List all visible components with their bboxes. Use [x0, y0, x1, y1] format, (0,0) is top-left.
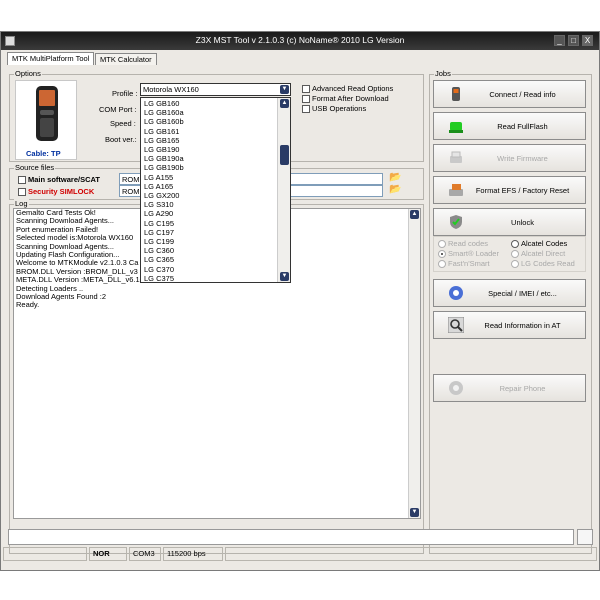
speed-label: Speed : — [110, 119, 136, 128]
alcatel-codes-radio[interactable] — [511, 240, 519, 248]
scroll-down-icon[interactable]: ▼ — [410, 508, 419, 517]
main-software-label: Main software/SCAT — [28, 175, 100, 184]
read-codes-radio[interactable] — [438, 240, 446, 248]
alcatel-codes-label: Alcatel Codes — [521, 239, 568, 248]
write-firmware-button[interactable]: Write Firmware — [433, 144, 586, 172]
log-scrollbar[interactable]: ▲ ▼ — [408, 209, 420, 518]
scroll-thumb[interactable] — [280, 145, 289, 165]
format-after-download-checkbox[interactable] — [302, 95, 310, 103]
profile-dropdown-list[interactable]: LG GB160 LG GB160a LG GB160b LG GB161 LG… — [140, 97, 291, 283]
dropdown-item[interactable]: LG GB160a — [144, 108, 184, 118]
profile-label: Profile : — [112, 89, 138, 98]
dropdown-item[interactable]: LG GB160b — [144, 117, 184, 127]
advanced-read-checkbox[interactable] — [302, 85, 310, 93]
dropdown-item[interactable]: LG GB160 — [144, 99, 179, 109]
read-info-at-button[interactable]: Read Information in AT — [433, 311, 586, 339]
scroll-up-icon[interactable]: ▲ — [410, 210, 419, 219]
dropdown-item[interactable]: LG GB165 — [144, 136, 179, 146]
main-window: Z3X MST Tool v 2.1.0.3 (c) NoName® 2010 … — [0, 31, 600, 571]
smart-loader-label: Smart® Loader — [448, 249, 499, 258]
main-software-checkbox[interactable] — [18, 176, 26, 184]
security-simlock-label: Security SIMLOCK — [28, 187, 95, 196]
status-bar: NOR COM3 115200 bps — [1, 547, 599, 563]
write-firmware-label: Write Firmware — [497, 154, 548, 163]
status-message — [225, 547, 597, 561]
status-mode: NOR — [89, 547, 127, 561]
dropdown-item[interactable]: LG GB190a — [144, 154, 184, 164]
status-port: COM3 — [129, 547, 161, 561]
lg-codes-read-radio[interactable] — [511, 260, 519, 268]
tab-mtk-multiplatform[interactable]: MTK MultiPlatform Tool — [7, 52, 95, 65]
window-title: Z3X MST Tool v 2.1.0.3 (c) NoName® 2010 … — [195, 35, 405, 45]
title-bar[interactable]: Z3X MST Tool v 2.1.0.3 (c) NoName® 2010 … — [1, 32, 599, 50]
maximize-button[interactable]: □ — [568, 35, 579, 46]
folder-open-icon[interactable]: 📂 — [389, 172, 401, 183]
dropdown-item[interactable]: LG S310 — [144, 200, 174, 210]
status-device-segment — [3, 547, 87, 561]
security-simlock-checkbox[interactable] — [18, 188, 26, 196]
log-line: Ready. — [16, 300, 40, 310]
connect-read-info-label: Connect / Read info — [489, 90, 556, 99]
dropdown-item[interactable]: LG C375 — [144, 274, 174, 282]
repair-phone-button[interactable]: Repair Phone — [433, 374, 586, 402]
usb-operations-checkbox[interactable] — [302, 105, 310, 113]
dropdown-item[interactable]: LG C195 — [144, 219, 174, 229]
unlock-button[interactable]: Unlock — [433, 208, 586, 236]
scroll-down-icon[interactable]: ▼ — [280, 272, 289, 281]
special-imei-label: Special / IMEI / etc... — [488, 289, 557, 298]
jobs-legend: Jobs — [434, 69, 452, 79]
lg-codes-read-label: LG Codes Read — [521, 259, 575, 268]
dropdown-item[interactable]: LG A155 — [144, 173, 173, 183]
phone-icon — [36, 86, 58, 141]
dropdown-item[interactable]: LG GB190 — [144, 145, 179, 155]
special-imei-button[interactable]: Special / IMEI / etc... — [433, 279, 586, 307]
fast-n-smart-label: Fast'n'Smart — [448, 259, 490, 268]
close-button[interactable]: X — [582, 35, 593, 46]
dropdown-item[interactable]: LG C199 — [144, 237, 174, 247]
dropdown-item[interactable]: LG GB190b — [144, 163, 184, 173]
dropdown-item[interactable]: LG A290 — [144, 209, 173, 219]
folder-open-icon[interactable]: 📂 — [389, 184, 401, 195]
minimize-button[interactable]: _ — [554, 35, 565, 46]
dropdown-item[interactable]: LG GB161 — [144, 127, 179, 137]
connect-read-info-button[interactable]: Connect / Read info — [433, 80, 586, 108]
phone-image-box: Cable: TP — [15, 80, 77, 160]
dropdown-scrollbar[interactable]: ▲ ▼ — [277, 98, 290, 282]
alcatel-direct-label: Alcatel Direct — [521, 249, 566, 258]
cable-label: Cable: TP — [26, 149, 61, 158]
usb-operations-label: USB Operations — [312, 104, 367, 113]
progress-bar — [8, 529, 574, 545]
tab-mtk-calculator[interactable]: MTK Calculator — [95, 53, 157, 65]
options-legend: Options — [14, 69, 42, 79]
read-codes-label: Read codes — [448, 239, 489, 248]
read-fullflash-label: Read FullFlash — [497, 122, 548, 131]
scroll-up-icon[interactable]: ▲ — [280, 99, 289, 108]
format-efs-button[interactable]: Format EFS / Factory Reset — [433, 176, 586, 204]
comport-label: COM Port : — [99, 105, 137, 114]
smart-loader-radio[interactable] — [438, 250, 446, 258]
read-info-at-label: Read Information in AT — [484, 321, 561, 330]
dropdown-item[interactable]: LG C197 — [144, 228, 174, 238]
format-after-download-label: Format After Download — [312, 94, 389, 103]
bootver-label: Boot ver.: — [105, 135, 137, 144]
profile-select[interactable]: Motorola WX160 ▼ — [140, 83, 291, 96]
dropdown-item[interactable]: LG GX200 — [144, 191, 179, 201]
format-efs-label: Format EFS / Factory Reset — [475, 186, 570, 195]
repair-phone-label: Repair Phone — [499, 384, 546, 393]
read-fullflash-button[interactable]: Read FullFlash — [433, 112, 586, 140]
advanced-read-label: Advanced Read Options — [312, 84, 394, 93]
alcatel-direct-radio[interactable] — [511, 250, 519, 258]
unlock-label: Unlock — [511, 218, 534, 227]
progress-side-box — [577, 529, 593, 545]
chevron-down-icon[interactable]: ▼ — [280, 85, 289, 94]
source-files-legend: Source files — [14, 163, 56, 173]
fast-n-smart-radio[interactable] — [438, 260, 446, 268]
dropdown-item[interactable]: LG C360 — [144, 246, 174, 256]
dropdown-item[interactable]: LG C365 — [144, 255, 174, 265]
dropdown-item[interactable]: LG A165 — [144, 182, 173, 192]
profile-select-value: Motorola WX160 — [143, 85, 199, 94]
status-baud: 115200 bps — [163, 547, 223, 561]
dropdown-item[interactable]: LG C370 — [144, 265, 174, 275]
